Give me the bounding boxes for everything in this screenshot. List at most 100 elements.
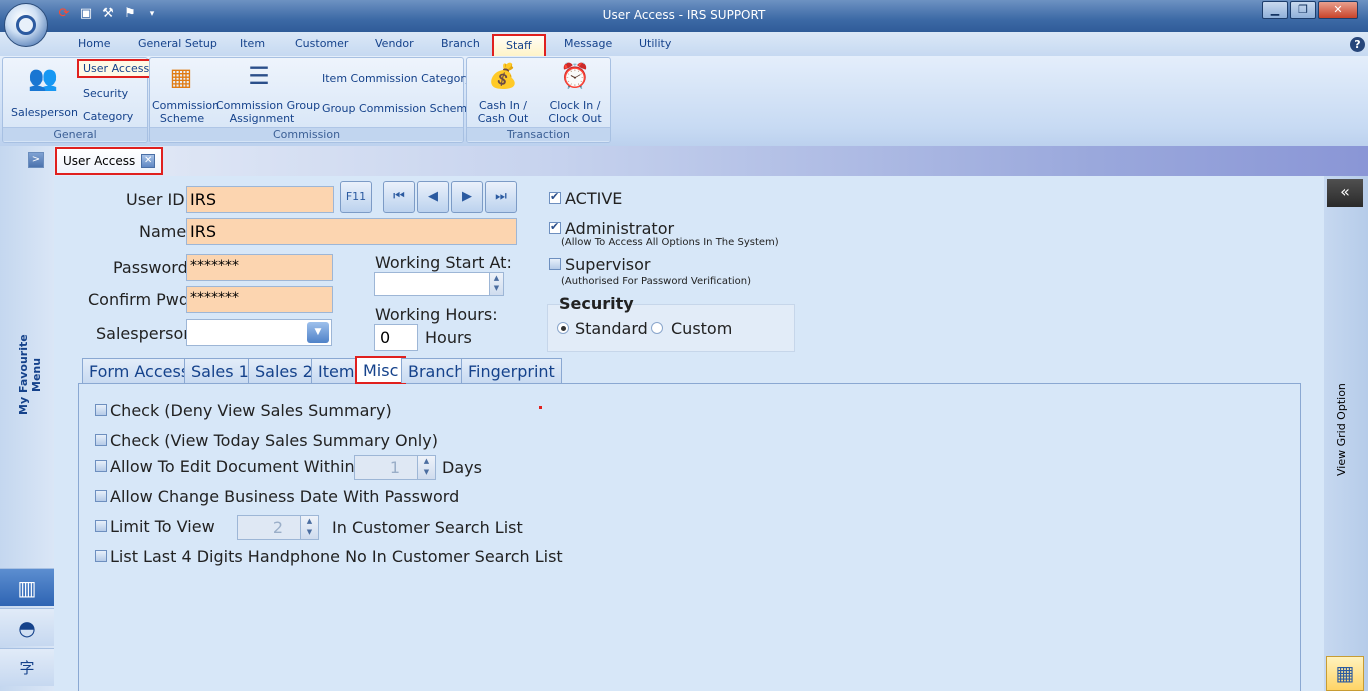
security-button[interactable]: Security	[83, 87, 128, 100]
group-label-commission: Commission	[150, 127, 463, 141]
tab-general-setup[interactable]: General Setup	[138, 37, 217, 50]
cash-label-1: Cash In /	[478, 99, 528, 112]
tab-staff[interactable]: Staff	[492, 34, 546, 58]
security-standard-radio[interactable]	[557, 322, 569, 334]
working-start-label: Working Start At:	[375, 253, 512, 272]
tab-item-access[interactable]: Item	[311, 358, 362, 383]
help-icon[interactable]: ?	[1350, 37, 1365, 52]
clock-icon: ⏰	[560, 62, 590, 90]
ribbon-group-general: 👥 Salesperson User Access Security Categ…	[2, 57, 156, 143]
tab-fingerprint[interactable]: Fingerprint	[461, 358, 562, 383]
change-date-label: Allow Change Business Date With Password	[110, 487, 460, 506]
edit-within-spinner[interactable]: 1 ▲ ▼	[354, 455, 436, 480]
doc-tab-user-access[interactable]: User Access ✕	[55, 147, 164, 175]
tab-sales-2[interactable]: Sales 2	[248, 358, 320, 383]
language-icon[interactable]: 字	[0, 648, 54, 686]
first-record-button[interactable]: ⏮	[383, 181, 415, 213]
close-tab-icon[interactable]: ✕	[141, 154, 156, 168]
active-checkbox[interactable]	[549, 190, 561, 204]
salesperson-select[interactable]: ▼	[186, 319, 332, 346]
limit-view-spinner[interactable]: 2 ▲ ▼	[237, 515, 319, 540]
refresh-icon[interactable]: ⟳	[56, 6, 72, 22]
expand-panel-icon[interactable]: >	[28, 152, 44, 168]
user-id-label: User ID	[126, 190, 185, 209]
name-field[interactable]: IRS	[186, 218, 517, 245]
name-label: Name	[139, 222, 187, 241]
edit-within-spin-icon[interactable]: ▲ ▼	[417, 456, 435, 479]
security-custom-radio[interactable]	[651, 322, 663, 334]
security-standard-label: Standard	[575, 319, 648, 338]
salesperson-icon: 👥	[28, 64, 58, 92]
edit-within-label: Allow To Edit Document Within	[110, 457, 355, 476]
working-hours-field[interactable]: 0	[374, 324, 418, 351]
commission-scheme-button[interactable]: Commission Scheme	[152, 99, 220, 125]
tab-misc[interactable]: Misc	[355, 356, 407, 384]
salesperson-label: Salesperson	[96, 324, 194, 343]
settings-icon[interactable]: ⚑	[122, 6, 138, 22]
ribbon-tab-bar: Home General Setup Item Customer Vendor …	[0, 32, 1368, 58]
save-icon[interactable]: ▣	[78, 6, 94, 22]
previous-record-button[interactable]: ◀	[417, 181, 449, 213]
tools-icon[interactable]: ⚒	[100, 6, 116, 22]
last4-checkbox[interactable]	[95, 550, 107, 562]
time-spinner-icon[interactable]: ▲ ▼	[489, 273, 503, 295]
minimize-button[interactable]: ▁	[1262, 1, 1288, 19]
tab-home[interactable]: Home	[78, 37, 110, 50]
collapse-panel-icon[interactable]: «	[1327, 179, 1363, 207]
tab-vendor[interactable]: Vendor	[375, 37, 414, 50]
tab-customer[interactable]: Customer	[295, 37, 348, 50]
administrator-checkbox[interactable]	[549, 220, 561, 234]
commission-scheme-label-1: Commission	[152, 99, 220, 112]
tab-sales-1[interactable]: Sales 1	[184, 358, 256, 383]
tab-utility[interactable]: Utility	[639, 37, 671, 50]
qat-dropdown-icon[interactable]: ▾	[144, 6, 160, 22]
palette-icon[interactable]: ◓	[0, 608, 54, 646]
app-orb-button[interactable]	[4, 3, 48, 47]
group-commission-scheme-button[interactable]: Group Commission Scheme	[322, 102, 474, 115]
limit-view-checkbox[interactable]	[95, 520, 107, 532]
tab-message[interactable]: Message	[564, 37, 612, 50]
cash-in-out-button[interactable]: Cash In / Cash Out	[473, 99, 533, 125]
limit-view-spin-icon[interactable]: ▲ ▼	[300, 516, 318, 539]
group-label-general: General	[3, 127, 147, 141]
administrator-label: Administrator	[565, 219, 675, 238]
clock-in-out-button[interactable]: Clock In / Clock Out	[543, 99, 607, 125]
document-tab-strip: User Access ✕	[0, 146, 1368, 176]
tab-form-access[interactable]: Form Access	[82, 358, 197, 383]
view-today-checkbox[interactable]	[95, 434, 107, 446]
salesperson-button[interactable]: Salesperson	[11, 106, 78, 119]
chevron-down-icon[interactable]: ▼	[307, 322, 329, 343]
grid-icon[interactable]: ▦	[1326, 656, 1364, 691]
working-start-field[interactable]: ▲ ▼	[374, 272, 504, 296]
f11-button[interactable]: F11	[340, 181, 372, 213]
favourite-menu-label[interactable]: My Favourite Menu	[17, 320, 43, 430]
user-id-field[interactable]: IRS	[186, 186, 334, 213]
supervisor-label: Supervisor	[565, 255, 651, 274]
in-search-label: In Customer Search List	[332, 518, 523, 537]
working-hours-label: Working Hours:	[375, 305, 498, 324]
app-logo-icon	[16, 15, 36, 35]
confirm-pwd-field[interactable]: *******	[186, 286, 333, 313]
clock-label-1: Clock In /	[549, 99, 601, 112]
tab-branch[interactable]: Branch	[441, 37, 480, 50]
restore-button[interactable]: ❐	[1290, 1, 1316, 19]
view-grid-option-label[interactable]: View Grid Option	[1335, 380, 1355, 480]
user-access-button[interactable]: User Access	[77, 59, 156, 78]
limit-view-label: Limit To View	[110, 517, 215, 536]
change-date-checkbox[interactable]	[95, 490, 107, 502]
last-record-button[interactable]: ⏭	[485, 181, 517, 213]
password-field[interactable]: *******	[186, 254, 333, 281]
modules-icon[interactable]: ▥	[0, 568, 54, 606]
close-button[interactable]: ✕	[1318, 1, 1358, 19]
edit-within-checkbox[interactable]	[95, 460, 107, 472]
commission-group-assignment-button[interactable]: Commission Group Assignment	[216, 99, 320, 125]
supervisor-checkbox[interactable]	[549, 258, 561, 270]
hours-label: Hours	[425, 328, 472, 347]
next-record-button[interactable]: ▶	[451, 181, 483, 213]
item-commission-category-button[interactable]: Item Commission Category	[322, 72, 471, 85]
deny-view-checkbox[interactable]	[95, 404, 107, 416]
tab-item[interactable]: Item	[240, 37, 265, 50]
ribbon: 👥 Salesperson User Access Security Categ…	[0, 56, 1368, 146]
category-button[interactable]: Category	[83, 110, 133, 123]
security-custom-label: Custom	[671, 319, 733, 338]
